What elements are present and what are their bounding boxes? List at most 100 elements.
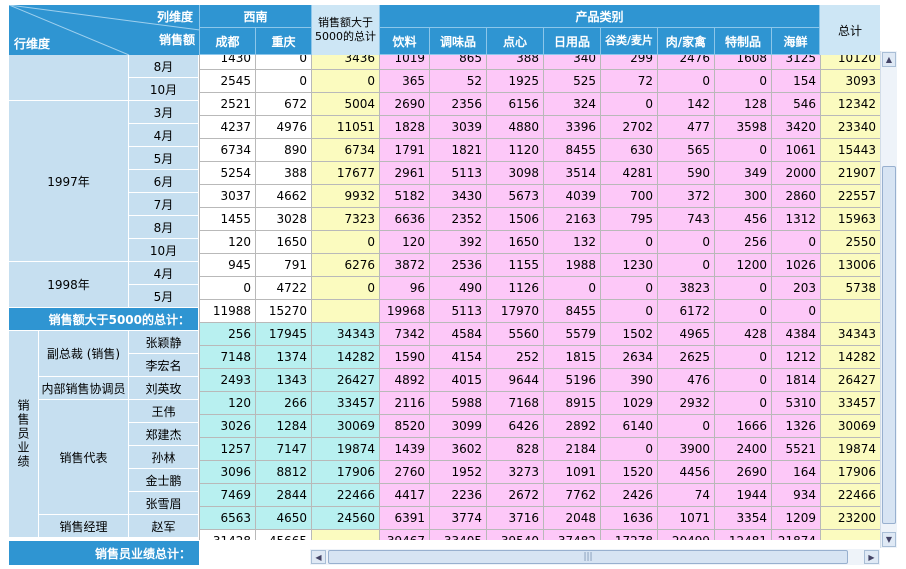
table-cell[interactable]: 7168 (486, 391, 544, 415)
category-header-seafood[interactable]: 海鲜 (772, 28, 820, 55)
table-cell[interactable]: 1430 (199, 55, 256, 70)
table-cell[interactable]: 2116 (379, 391, 430, 415)
total-cell[interactable]: 13006 (820, 253, 880, 277)
row-person[interactable]: 李宏名 (129, 354, 199, 377)
table-cell[interactable]: 34343 (311, 322, 380, 346)
table-cell[interactable]: 0 (311, 230, 380, 254)
table-cell[interactable]: 1636 (600, 506, 658, 530)
table-cell[interactable]: 154 (771, 69, 820, 93)
total-cell[interactable]: 23340 (820, 115, 880, 139)
table-cell[interactable]: 1944 (714, 483, 772, 507)
total-cell[interactable]: 22557 (820, 184, 880, 208)
table-cell[interactable]: 0 (600, 230, 658, 254)
category-header-confections[interactable]: 点心 (487, 28, 544, 55)
table-cell[interactable]: 6156 (486, 92, 544, 116)
table-cell[interactable]: 52 (429, 69, 487, 93)
category-header-grains[interactable]: 谷类/麦片 (601, 28, 658, 55)
table-cell[interactable]: 3598 (714, 115, 772, 139)
table-cell[interactable]: 0 (771, 299, 820, 323)
table-cell[interactable]: 3436 (311, 55, 380, 70)
table-cell[interactable]: 390 (600, 368, 658, 392)
table-cell[interactable]: 299 (600, 55, 658, 70)
table-cell[interactable]: 7323 (311, 207, 380, 231)
table-cell[interactable]: 5988 (429, 391, 487, 415)
table-cell[interactable]: 2426 (600, 483, 658, 507)
table-cell[interactable]: 4281 (600, 161, 658, 185)
total-cell[interactable]: 17906 (820, 460, 880, 484)
row-person[interactable]: 刘英玫 (129, 377, 199, 400)
table-cell[interactable]: 9932 (311, 184, 380, 208)
table-cell[interactable]: 0 (311, 276, 380, 300)
table-cell[interactable]: 3823 (657, 276, 715, 300)
table-cell[interactable]: 2634 (600, 345, 658, 369)
table-cell[interactable]: 590 (657, 161, 715, 185)
table-cell[interactable]: 1791 (379, 138, 430, 162)
table-cell[interactable]: 5521 (771, 437, 820, 461)
table-cell[interactable]: 8812 (255, 460, 312, 484)
table-cell[interactable]: 3602 (429, 437, 487, 461)
table-cell[interactable]: 21874 (771, 529, 820, 540)
table-cell[interactable]: 0 (543, 276, 601, 300)
table-cell[interactable]: 2048 (543, 506, 601, 530)
table-cell[interactable]: 1608 (714, 55, 772, 70)
table-cell[interactable]: 1815 (543, 345, 601, 369)
row-month[interactable]: 6月 (129, 170, 199, 193)
table-cell[interactable]: 2521 (199, 92, 256, 116)
table-cell[interactable]: 546 (771, 92, 820, 116)
table-cell[interactable]: 2690 (714, 460, 772, 484)
total-cell[interactable]: 14282 (820, 345, 880, 369)
role-manager[interactable]: 销售经理 (39, 515, 129, 538)
table-cell[interactable]: 4039 (543, 184, 601, 208)
table-cell[interactable]: 795 (600, 207, 658, 231)
row-person[interactable]: 张雪眉 (129, 492, 199, 515)
table-cell[interactable]: 3037 (199, 184, 256, 208)
city-header-chongqing[interactable]: 重庆 (256, 28, 312, 55)
total-cell[interactable]: 15963 (820, 207, 880, 231)
table-cell[interactable]: 0 (600, 299, 658, 323)
table-cell[interactable]: 7148 (199, 345, 256, 369)
table-cell[interactable]: 4154 (429, 345, 487, 369)
table-cell[interactable]: 300 (714, 184, 772, 208)
table-cell[interactable]: 1155 (486, 253, 544, 277)
row-month[interactable]: 8月 (129, 216, 199, 239)
table-cell[interactable]: 2184 (543, 437, 601, 461)
table-cell[interactable]: 9644 (486, 368, 544, 392)
table-cell[interactable]: 203 (771, 276, 820, 300)
category-header-condiments[interactable]: 调味品 (430, 28, 487, 55)
table-cell[interactable]: 4237 (199, 115, 256, 139)
table-cell[interactable]: 3430 (429, 184, 487, 208)
rate-column-header[interactable]: 销售额大于5000的总计 (312, 5, 380, 55)
table-cell[interactable]: 456 (714, 207, 772, 231)
table-cell[interactable]: 37482 (543, 529, 601, 540)
table-cell[interactable]: 3096 (199, 460, 256, 484)
total-cell[interactable]: 15443 (820, 138, 880, 162)
role-coordinator[interactable]: 内部销售协调员 (39, 377, 129, 400)
scroll-up-icon[interactable]: ▲ (882, 52, 896, 67)
table-cell[interactable]: 5182 (379, 184, 430, 208)
table-cell[interactable]: 120 (199, 391, 256, 415)
total-cell[interactable]: 33457 (820, 391, 880, 415)
table-cell[interactable]: 2545 (199, 69, 256, 93)
table-cell[interactable]: 1666 (714, 414, 772, 438)
table-cell[interactable]: 2625 (657, 345, 715, 369)
table-cell[interactable]: 0 (657, 230, 715, 254)
table-cell[interactable]: 74 (657, 483, 715, 507)
table-cell[interactable]: 7342 (379, 322, 430, 346)
row-month[interactable]: 10月 (129, 78, 199, 101)
table-cell[interactable]: 0 (600, 276, 658, 300)
table-cell[interactable]: 142 (657, 92, 715, 116)
category-header-meat[interactable]: 肉/家禽 (658, 28, 715, 55)
row-person[interactable]: 张颖静 (129, 331, 199, 354)
table-cell[interactable]: 5113 (429, 299, 487, 323)
table-cell[interactable]: 0 (255, 55, 312, 70)
table-cell[interactable]: 45665 (255, 529, 312, 540)
table-cell[interactable]: 1590 (379, 345, 430, 369)
category-group-header[interactable]: 产品类别 (380, 5, 820, 28)
table-cell[interactable]: 945 (199, 253, 256, 277)
table-cell[interactable]: 14282 (311, 345, 380, 369)
table-cell[interactable]: 372 (657, 184, 715, 208)
total-cell[interactable]: 30069 (820, 414, 880, 438)
table-cell[interactable]: 0 (657, 414, 715, 438)
table-cell[interactable]: 0 (714, 138, 772, 162)
table-cell[interactable]: 2672 (486, 483, 544, 507)
